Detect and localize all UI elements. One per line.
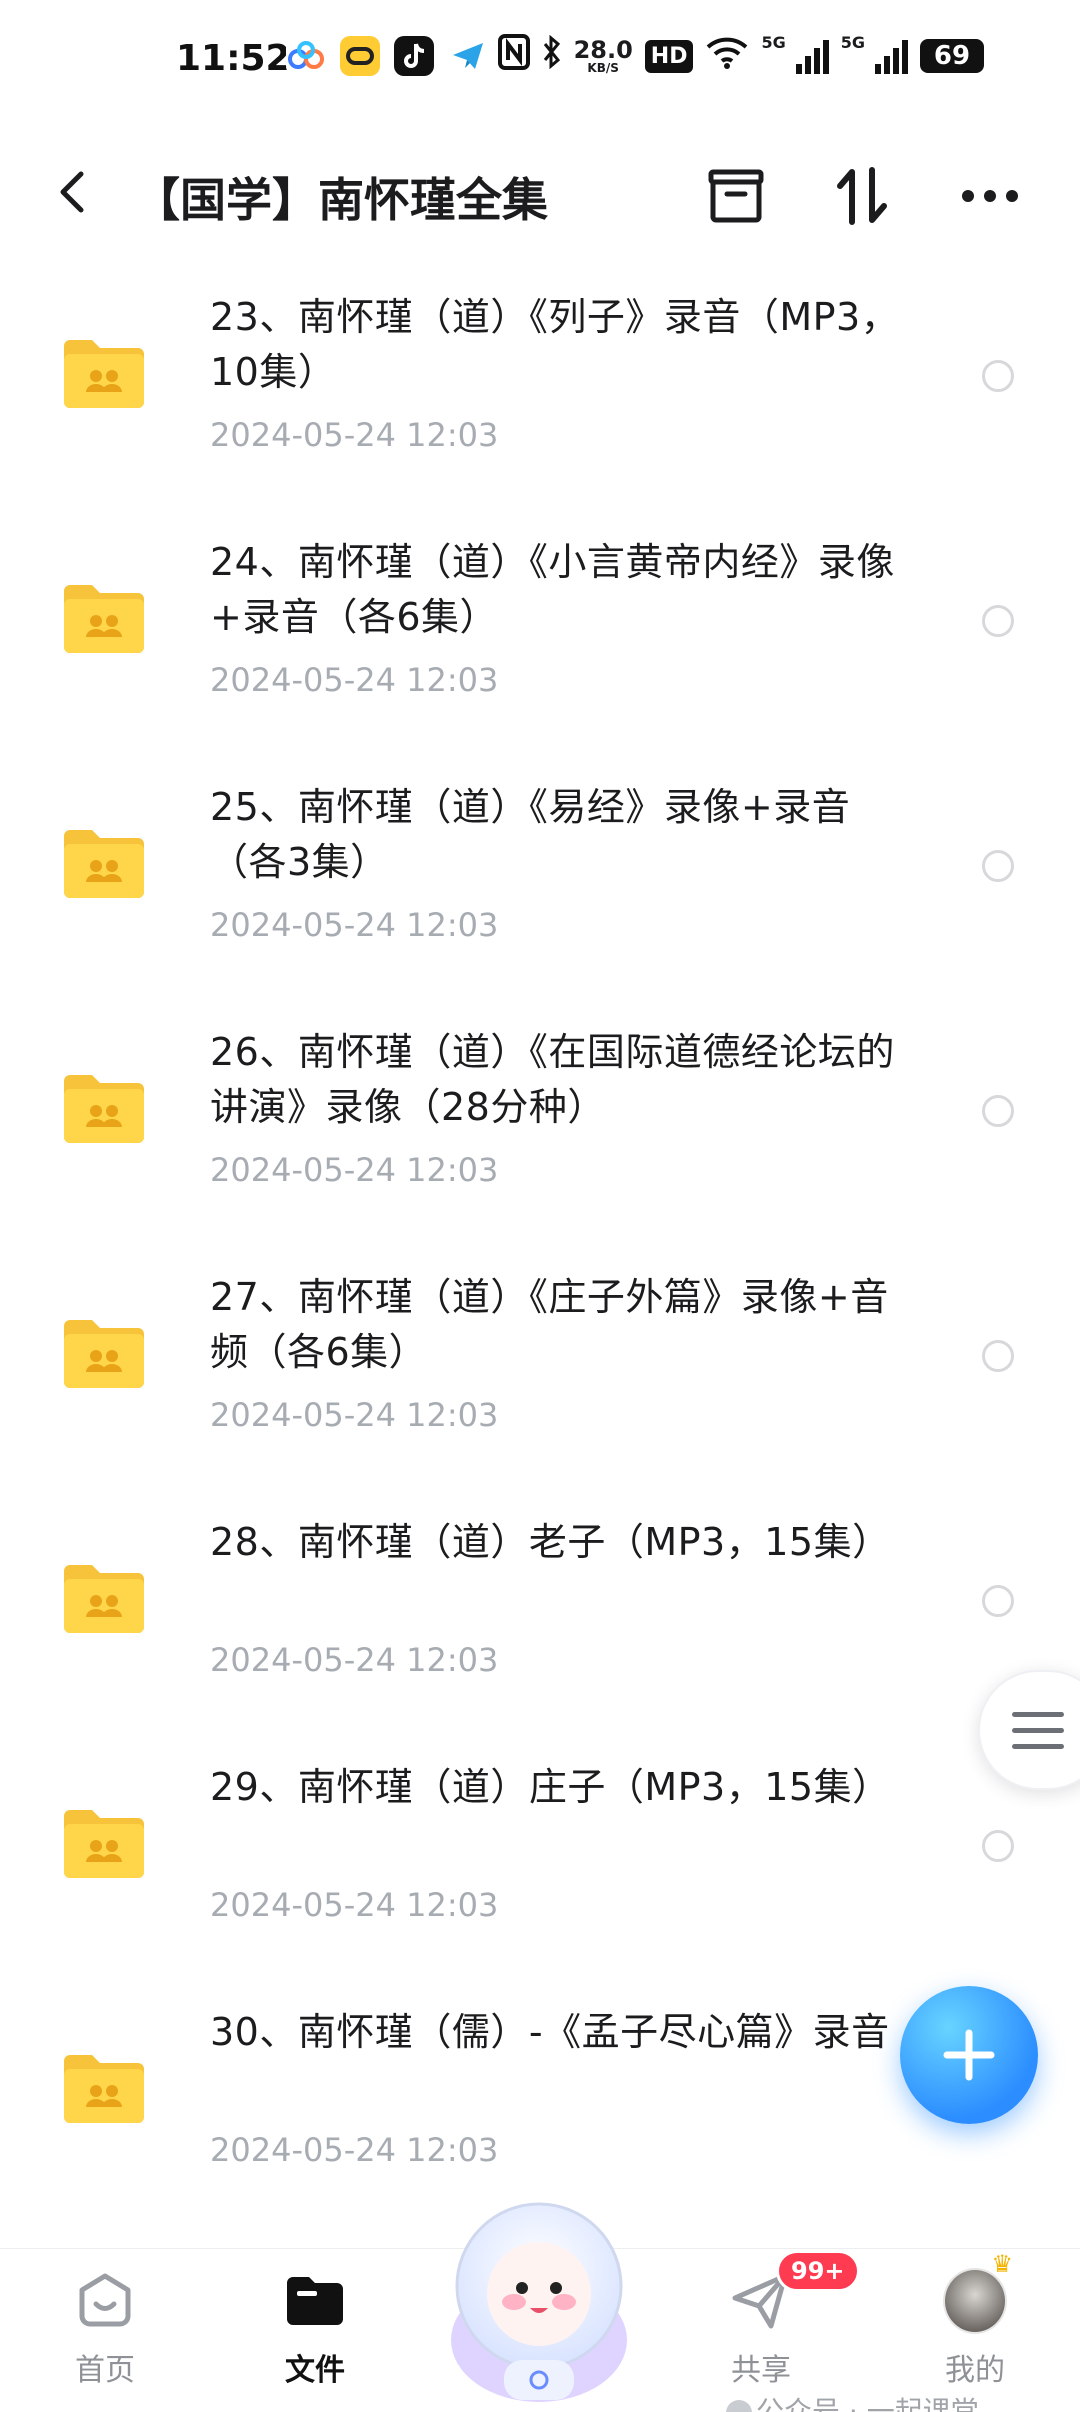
battery-icon: 69 bbox=[920, 39, 984, 73]
select-radio[interactable] bbox=[982, 360, 1014, 392]
back-button[interactable] bbox=[42, 162, 102, 222]
sort-button[interactable] bbox=[826, 160, 898, 232]
douyin-icon bbox=[394, 36, 434, 76]
tab-mine[interactable]: ♛ 我的 bbox=[900, 2250, 1050, 2399]
list-item[interactable]: 28、南怀瑾（道）老子（MP3，15集） 2024-05-24 12:03 bbox=[0, 1497, 1080, 1742]
back-icon bbox=[60, 171, 84, 213]
watermark: 公众号 · 一起课堂 bbox=[726, 2390, 979, 2412]
signal-icon bbox=[795, 38, 829, 74]
header: 【国学】南怀瑾全集 bbox=[0, 140, 1080, 246]
watermark-text: 公众号 · 一起课堂 bbox=[756, 2395, 979, 2412]
bluetooth-icon bbox=[542, 34, 562, 77]
item-date: 2024-05-24 12:03 bbox=[210, 416, 499, 454]
item-date: 2024-05-24 12:03 bbox=[210, 1396, 499, 1434]
select-radio[interactable] bbox=[982, 1830, 1014, 1862]
mascot-button[interactable] bbox=[432, 2190, 646, 2412]
shared-folder-icon bbox=[64, 830, 144, 898]
item-date: 2024-05-24 12:03 bbox=[210, 661, 499, 699]
list-item[interactable]: 24、南怀瑾（道）《小言黄帝内经》录像+录音（各6集） 2024-05-24 1… bbox=[0, 517, 1080, 762]
tab-share-label: 共享 bbox=[731, 2353, 791, 2388]
more-button[interactable] bbox=[954, 160, 1026, 232]
tab-home-label: 首页 bbox=[75, 2353, 135, 2388]
home-icon bbox=[73, 2269, 137, 2333]
tab-files[interactable]: 文件 bbox=[240, 2269, 390, 2399]
item-date: 2024-05-24 12:03 bbox=[210, 1886, 499, 1924]
plus-icon bbox=[943, 2029, 995, 2081]
item-title: 27、南怀瑾（道）《庄子外篇》录像+音频（各6集） bbox=[210, 1275, 889, 1374]
item-date: 2024-05-24 12:03 bbox=[210, 2131, 499, 2169]
notification-badge: 99+ bbox=[776, 2250, 860, 2292]
more-icon bbox=[962, 190, 1018, 202]
select-radio[interactable] bbox=[982, 850, 1014, 882]
menu-icon bbox=[1012, 1712, 1064, 1760]
select-radio[interactable] bbox=[982, 1095, 1014, 1127]
list-item[interactable]: 25、南怀瑾（道）《易经》录像+录音（各3集） 2024-05-24 12:03 bbox=[0, 762, 1080, 1007]
telegram-icon bbox=[448, 36, 488, 76]
tab-mine-label: 我的 bbox=[945, 2353, 1005, 2388]
shared-folder-icon bbox=[64, 340, 144, 408]
network-type-2: 5G bbox=[840, 32, 865, 52]
select-radio[interactable] bbox=[982, 605, 1014, 637]
select-radio[interactable] bbox=[982, 1585, 1014, 1617]
nfc-icon bbox=[497, 34, 530, 78]
select-radio[interactable] bbox=[982, 1340, 1014, 1372]
shared-folder-icon bbox=[64, 585, 144, 653]
status-bar: 11:52 28.0 KB/S HD 5G 5G 69 bbox=[0, 0, 1080, 120]
wechat-icon bbox=[726, 2400, 752, 2412]
item-title: 28、南怀瑾（道）老子（MP3，15集） bbox=[210, 1520, 891, 1564]
avatar: ♛ bbox=[943, 2250, 1013, 2334]
network-speed: 28.0 KB/S bbox=[574, 38, 633, 74]
status-right: 28.0 KB/S HD 5G 5G 69 bbox=[497, 32, 984, 78]
signal-icon-2 bbox=[875, 38, 908, 74]
item-title: 30、南怀瑾（儒）-《孟子尽心篇》录音 bbox=[210, 2010, 890, 2054]
add-button[interactable] bbox=[900, 1986, 1038, 2124]
list-item[interactable]: 29、南怀瑾（道）庄子（MP3，15集） 2024-05-24 12:03 bbox=[0, 1742, 1080, 1987]
item-title: 25、南怀瑾（道）《易经》录像+录音（各3集） bbox=[210, 785, 851, 884]
list-item[interactable]: 23、南怀瑾（道）《列子》录音（MP3，10集） 2024-05-24 12:0… bbox=[0, 272, 1080, 517]
folder-icon bbox=[283, 2269, 347, 2333]
file-list: 23、南怀瑾（道）《列子》录音（MP3，10集） 2024-05-24 12:0… bbox=[0, 272, 1080, 2232]
archive-icon bbox=[708, 169, 764, 223]
shared-folder-icon bbox=[64, 1320, 144, 1388]
item-title: 29、南怀瑾（道）庄子（MP3，15集） bbox=[210, 1765, 891, 1809]
baidu-netdisk-icon bbox=[286, 36, 326, 76]
item-date: 2024-05-24 12:03 bbox=[210, 906, 499, 944]
shared-folder-icon bbox=[64, 1565, 144, 1633]
hd-icon: HD bbox=[644, 39, 694, 73]
archive-button[interactable] bbox=[700, 160, 772, 232]
tab-home[interactable]: 首页 bbox=[30, 2269, 180, 2399]
shared-folder-icon bbox=[64, 1810, 144, 1878]
status-app-icons bbox=[286, 36, 488, 76]
sort-icon bbox=[837, 167, 887, 225]
app-icon bbox=[340, 36, 380, 76]
item-title: 23、南怀瑾（道）《列子》录音（MP3，10集） bbox=[210, 295, 900, 394]
item-title: 26、南怀瑾（道）《在国际道德经论坛的讲演》录像（28分种） bbox=[210, 1030, 895, 1129]
list-item[interactable]: 27、南怀瑾（道）《庄子外篇》录像+音频（各6集） 2024-05-24 12:… bbox=[0, 1252, 1080, 1497]
status-time: 11:52 bbox=[176, 38, 291, 79]
shared-folder-icon bbox=[64, 1075, 144, 1143]
network-type-1: 5G bbox=[761, 32, 786, 52]
crown-icon: ♛ bbox=[991, 2250, 1013, 2278]
speed-unit: KB/S bbox=[587, 61, 619, 75]
avatar-wrap: ♛ bbox=[943, 2250, 1013, 2334]
page-title: 【国学】南怀瑾全集 bbox=[134, 173, 548, 227]
wifi-icon bbox=[705, 35, 749, 77]
item-title: 24、南怀瑾（道）《小言黄帝内经》录像+录音（各6集） bbox=[210, 540, 895, 639]
list-item[interactable]: 26、南怀瑾（道）《在国际道德经论坛的讲演》录像（28分种） 2024-05-2… bbox=[0, 1007, 1080, 1252]
item-date: 2024-05-24 12:03 bbox=[210, 1151, 499, 1189]
tab-files-label: 文件 bbox=[285, 2353, 345, 2388]
speed-value: 28.0 bbox=[573, 36, 633, 64]
shared-folder-icon bbox=[64, 2055, 144, 2123]
item-date: 2024-05-24 12:03 bbox=[210, 1641, 499, 1679]
